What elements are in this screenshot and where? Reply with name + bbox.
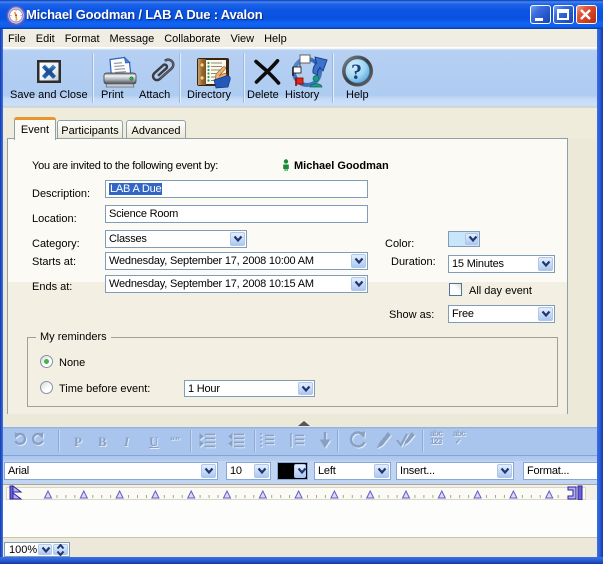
- svg-text:?: ?: [351, 59, 362, 84]
